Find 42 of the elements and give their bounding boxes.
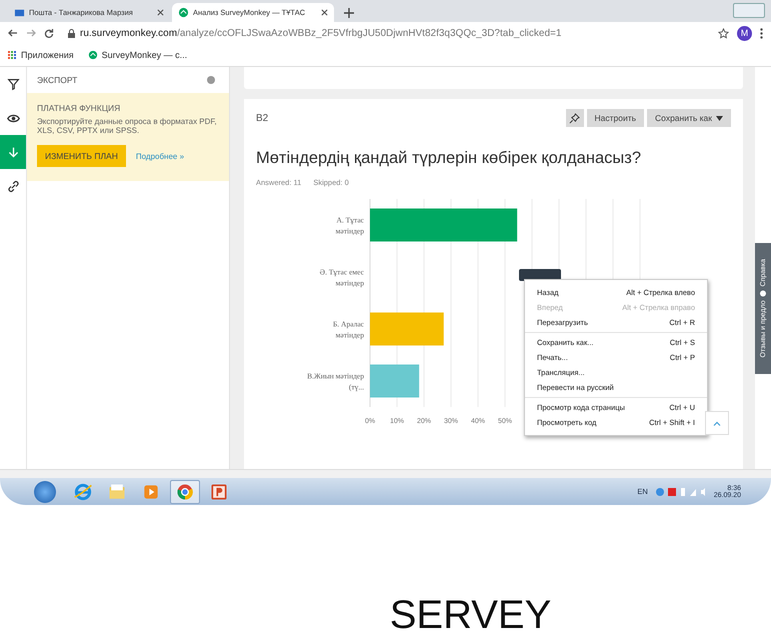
window-controls[interactable] [733, 3, 765, 18]
chrome-icon[interactable] [178, 484, 193, 499]
save-as-button[interactable]: Сохранить как [647, 109, 731, 127]
lock-icon [68, 28, 75, 38]
menu-icon[interactable] [760, 28, 763, 38]
site-icon [178, 7, 189, 18]
apps-grid-icon [8, 50, 17, 60]
new-tab-icon[interactable] [344, 8, 354, 18]
notice-text: Экспортируйте данные опроса в форматах PDF, XLS, CSV, PPTX или SPSS. [37, 117, 218, 135]
profile-avatar[interactable]: M [737, 26, 752, 40]
customize-button[interactable]: Настроить [586, 109, 644, 127]
panel-heading: ЭКСПОРТ [37, 75, 78, 85]
tray-icons[interactable] [656, 486, 706, 496]
start-button[interactable] [34, 480, 56, 502]
site-icon [88, 50, 98, 60]
caption: SERVEY [390, 593, 552, 638]
close-icon[interactable] [321, 9, 328, 16]
reload-icon[interactable] [44, 28, 54, 38]
horizontal-scrollbar[interactable] [0, 469, 771, 478]
media-player-icon[interactable] [144, 484, 158, 498]
back-icon[interactable] [8, 28, 18, 38]
mail-icon [14, 7, 25, 18]
pin-button[interactable] [566, 109, 584, 127]
filter-icon [6, 78, 20, 90]
question-title: Мөтіндердің қандай түрлерін көбірек қолданасыз? [256, 149, 642, 168]
close-icon[interactable] [157, 9, 164, 16]
browser-icon[interactable] [74, 483, 92, 500]
address-field[interactable]: ru.surveymonkey.com/analyze/ccOFLJSwaAzoWBBz_2F5VfrbgJU50DjwnHVt82f3q3QQc_3D?tab_clicked=1 [62, 24, 710, 42]
link-icon [6, 180, 20, 192]
star-icon[interactable] [718, 28, 729, 38]
forward-icon[interactable] [26, 28, 36, 38]
presentation-icon[interactable] [212, 484, 226, 499]
pin-icon [569, 112, 580, 124]
caret-icon [716, 116, 723, 120]
change-plan-button[interactable]: ИЗМЕНИТЬ ПЛАН [37, 145, 126, 167]
chevron-up-icon [713, 420, 721, 426]
help-icon[interactable] [207, 76, 215, 84]
download-icon [6, 146, 20, 158]
bookmark[interactable]: SurveyMonkey — с... [88, 50, 188, 60]
notice-title: ПЛАТНАЯ ФУНКЦИЯ [37, 103, 122, 113]
bookmark[interactable]: Приложения [8, 50, 74, 60]
question-number: В2 [256, 112, 268, 124]
